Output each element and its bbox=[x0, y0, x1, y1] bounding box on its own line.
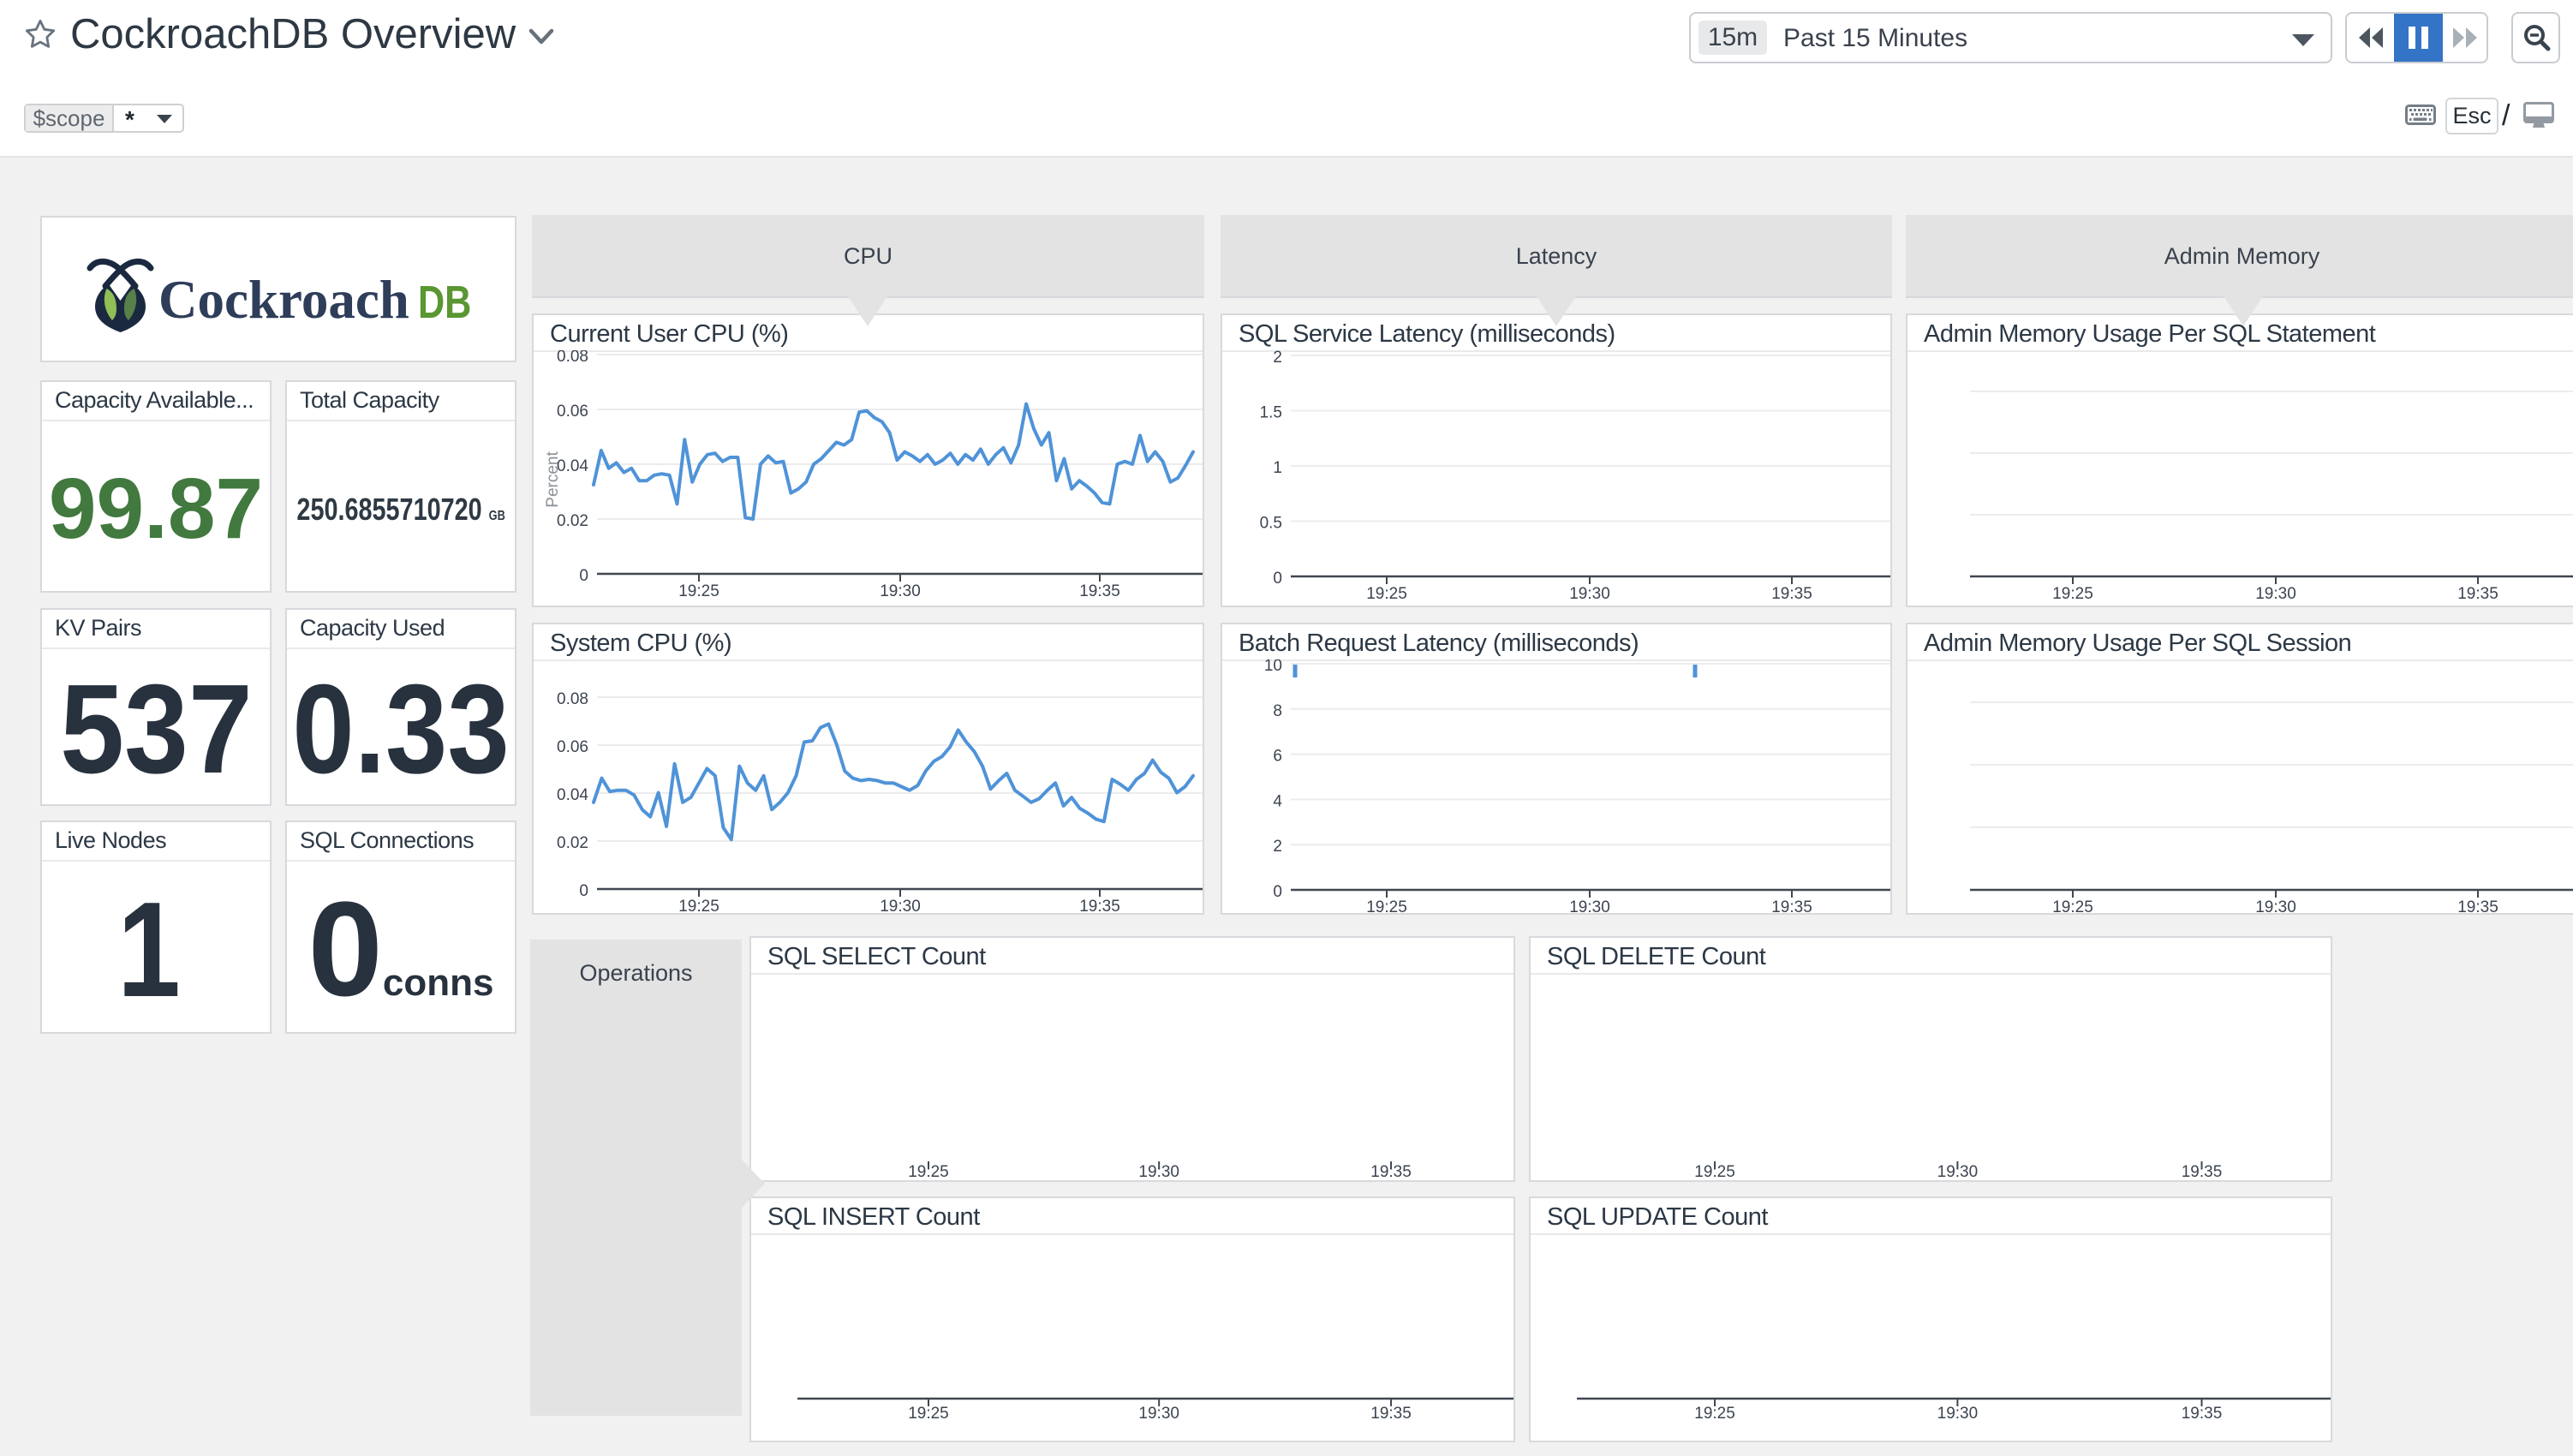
svg-text:0: 0 bbox=[579, 567, 588, 585]
svg-text:0: 0 bbox=[1273, 570, 1282, 588]
svg-text:19:25: 19:25 bbox=[1694, 1405, 1735, 1423]
svg-text:0: 0 bbox=[1273, 883, 1282, 901]
svg-text:19:30: 19:30 bbox=[2255, 585, 2296, 603]
svg-text:0.06: 0.06 bbox=[557, 738, 588, 756]
svg-text:19:35: 19:35 bbox=[1079, 582, 1120, 600]
svg-text:0.5: 0.5 bbox=[1260, 515, 1282, 533]
svg-text:19:30: 19:30 bbox=[1138, 1405, 1179, 1423]
svg-text:19:25: 19:25 bbox=[1694, 1163, 1735, 1181]
svg-text:19:35: 19:35 bbox=[1370, 1405, 1412, 1423]
svg-text:DB: DB bbox=[418, 277, 471, 329]
svg-text:0.04: 0.04 bbox=[557, 786, 588, 804]
svg-text:6: 6 bbox=[1273, 748, 1282, 766]
svg-text:19:25: 19:25 bbox=[2052, 585, 2093, 603]
svg-text:19:25: 19:25 bbox=[1366, 585, 1407, 603]
svg-text:19:35: 19:35 bbox=[2182, 1405, 2223, 1423]
svg-text:19:35: 19:35 bbox=[1370, 1163, 1412, 1181]
svg-text:19:30: 19:30 bbox=[1569, 585, 1610, 603]
svg-text:0.02: 0.02 bbox=[557, 512, 588, 530]
svg-text:0: 0 bbox=[579, 882, 588, 900]
svg-text:0.08: 0.08 bbox=[557, 350, 588, 366]
svg-text:19:35: 19:35 bbox=[2457, 585, 2498, 603]
svg-text:19:30: 19:30 bbox=[1569, 898, 1610, 915]
svg-text:19:25: 19:25 bbox=[678, 582, 719, 600]
svg-text:19:30: 19:30 bbox=[880, 582, 921, 600]
svg-text:10: 10 bbox=[1264, 659, 1282, 675]
svg-text:1: 1 bbox=[1273, 459, 1282, 477]
svg-text:19:30: 19:30 bbox=[2255, 898, 2296, 915]
svg-text:19:25: 19:25 bbox=[1366, 898, 1407, 915]
svg-text:2: 2 bbox=[1273, 350, 1282, 367]
svg-text:19:35: 19:35 bbox=[1771, 898, 1812, 915]
svg-text:19:35: 19:35 bbox=[1771, 585, 1812, 603]
svg-text:Percent: Percent bbox=[544, 451, 562, 508]
svg-text:4: 4 bbox=[1273, 792, 1282, 810]
svg-text:0.06: 0.06 bbox=[557, 403, 588, 421]
svg-text:19:35: 19:35 bbox=[2182, 1163, 2223, 1181]
svg-text:19:25: 19:25 bbox=[908, 1405, 949, 1423]
svg-text:8: 8 bbox=[1273, 702, 1282, 720]
svg-text:19:30: 19:30 bbox=[880, 898, 921, 915]
svg-text:19:30: 19:30 bbox=[1937, 1405, 1979, 1423]
svg-text:2: 2 bbox=[1273, 838, 1282, 856]
svg-text:1.5: 1.5 bbox=[1260, 404, 1282, 422]
svg-text:19:35: 19:35 bbox=[2457, 898, 2498, 915]
svg-text:0.08: 0.08 bbox=[557, 690, 588, 708]
svg-text:19:35: 19:35 bbox=[1079, 898, 1120, 915]
svg-text:19:25: 19:25 bbox=[678, 898, 719, 915]
svg-text:19:30: 19:30 bbox=[1138, 1163, 1179, 1181]
svg-text:19:25: 19:25 bbox=[908, 1163, 949, 1181]
svg-text:0.02: 0.02 bbox=[557, 834, 588, 852]
svg-text:19:25: 19:25 bbox=[2052, 898, 2093, 915]
svg-text:Cockroach: Cockroach bbox=[158, 270, 409, 330]
svg-text:19:30: 19:30 bbox=[1937, 1163, 1979, 1181]
